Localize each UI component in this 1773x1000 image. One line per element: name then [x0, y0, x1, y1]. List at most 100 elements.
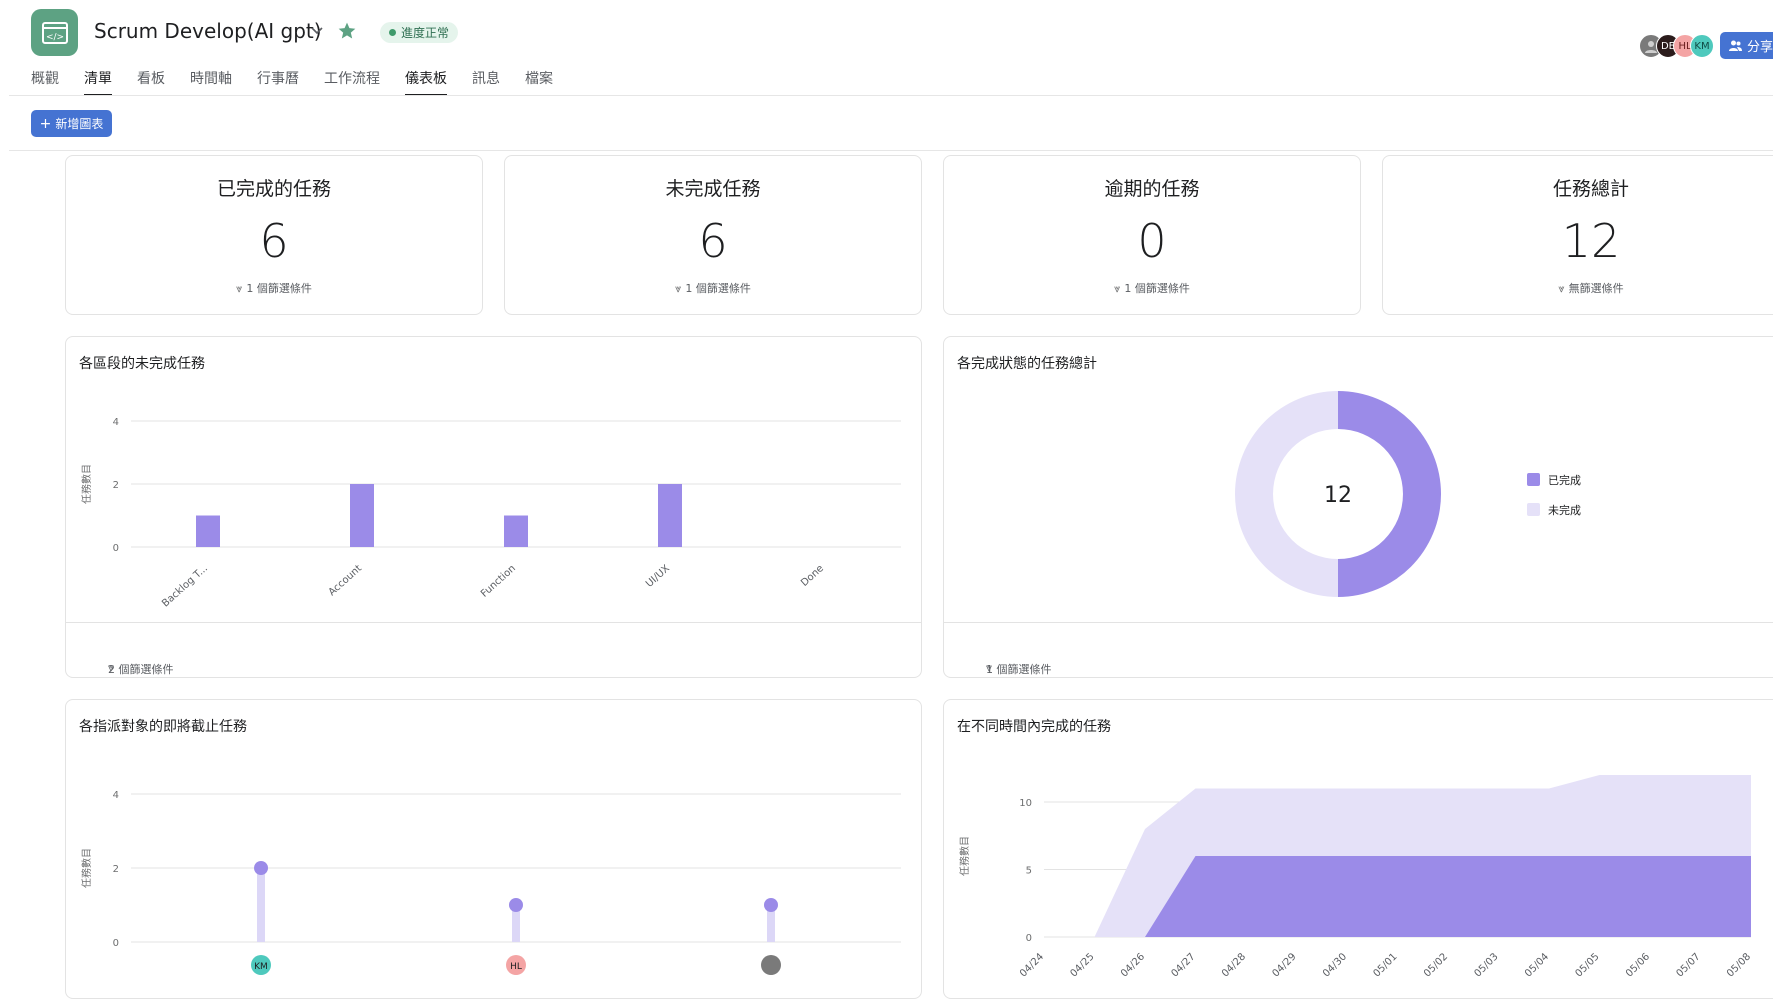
share-button[interactable]: 分享	[1720, 32, 1773, 59]
chevron-down-icon[interactable]	[308, 22, 326, 40]
member-avatars[interactable]: DE HL KM	[1639, 34, 1714, 58]
x-tick-label: 05/08	[1725, 951, 1753, 979]
x-tick-label: 04/27	[1169, 951, 1197, 979]
legend-label: 未完成	[1548, 503, 1581, 517]
filter-icon: ⩔	[1114, 282, 1121, 295]
y-axis-label: 任務數目	[80, 464, 93, 504]
tab-calendar[interactable]: 行事曆	[257, 68, 299, 96]
x-tick-label: 04/24	[1018, 951, 1046, 979]
legend-swatch	[1527, 473, 1540, 486]
card-title: 已完成的任務	[216, 178, 331, 200]
add-chart-button[interactable]: + 新增圖表	[31, 110, 112, 137]
status-donut-chart: 12 已完成未完成	[1235, 391, 1581, 597]
tab-dashboard[interactable]: 儀表板	[405, 68, 447, 96]
section-bar-chart: 0 2 4 任務數目 Backlog T... Account Function UI/UX D…	[80, 417, 901, 609]
number-card-completed[interactable]: 已完成的任務 6 ⩔ 1 個篩選條件	[65, 155, 483, 315]
tab-messages[interactable]: 訊息	[472, 68, 500, 96]
filter-icon: ⩔	[675, 282, 682, 295]
card-value: 6	[259, 214, 289, 268]
chart-card-status-total[interactable]: 各完成狀態的任務總計 12 已完成 未完成 ⩔ 1 個篩選條件	[943, 336, 1773, 678]
tab-files[interactable]: 檔案	[525, 68, 553, 96]
x-tick-label: 04/29	[1270, 951, 1298, 979]
x-tick-label: 04/25	[1068, 951, 1096, 979]
star-icon[interactable]	[337, 21, 357, 41]
filter-icon: ⩔	[236, 282, 243, 295]
number-card-incomplete[interactable]: 未完成任務 6 ⩔ 1 個篩選條件	[504, 155, 922, 315]
x-tick-label: 04/26	[1119, 951, 1147, 979]
tab-overview[interactable]: 概觀	[31, 68, 59, 96]
x-tick-label: Done	[799, 563, 826, 589]
chart-card-completed-over-time[interactable]: 在不同時間內完成的任務 0 5 10 任務數目 04/24 04/25 04/26 04/27…	[943, 699, 1773, 999]
x-tick-label: Account	[327, 563, 364, 598]
card-value: 0	[1137, 214, 1167, 268]
x-tick-label: HL	[510, 962, 522, 972]
chart-card-section-incomplete[interactable]: 各區段的未完成任務 0 2 4 任務數目 Backlog T... Account Func…	[65, 336, 922, 678]
plus-icon: +	[39, 115, 52, 132]
y-tick-label: 4	[113, 417, 119, 428]
x-tick-label: 04/28	[1220, 951, 1248, 979]
chart-card-assignee-due[interactable]: 各指派對象的即將截止任務 0 2 4 任務數目 KM HL	[65, 699, 922, 999]
assignee-avatar	[761, 955, 781, 975]
number-card-total[interactable]: 任務總計 12 ⩔ 無篩選條件	[1382, 155, 1773, 315]
y-tick-label: 2	[113, 480, 119, 491]
y-tick-label: 4	[113, 790, 119, 801]
y-tick-label: 2	[113, 864, 119, 875]
chart-footer[interactable]: ⩔ 2 個篩選條件	[66, 622, 921, 677]
x-tick-label: 04/30	[1321, 951, 1349, 979]
project-app-icon[interactable]: </>	[31, 9, 78, 56]
tab-board[interactable]: 看板	[137, 68, 165, 96]
completion-area-chart: 0 5 10 任務數目 04/24 04/25 04/26 04/27 04/28 04/29 04…	[958, 775, 1753, 980]
legend-label: 已完成	[1548, 473, 1581, 487]
y-tick-label: 5	[1026, 866, 1032, 877]
add-chart-label: 新增圖表	[55, 117, 104, 131]
app-icon-glyph: </>	[45, 32, 63, 42]
filter-label: 2 個篩選條件	[108, 663, 174, 676]
header-divider	[9, 95, 1773, 96]
bar	[504, 515, 528, 547]
y-tick-label: 0	[1026, 933, 1032, 944]
filter-label: 1 個篩選條件	[986, 663, 1052, 676]
x-tick-label: 05/07	[1674, 951, 1702, 979]
lollipop-point	[764, 898, 778, 912]
status-label: 進度正常	[401, 26, 450, 40]
x-tick-label: Backlog T...	[160, 563, 210, 609]
filter-label: 無篩選條件	[1568, 282, 1624, 295]
donut-slice	[1235, 391, 1338, 597]
card-title: 未完成任務	[665, 178, 761, 200]
project-tabs: 概觀 清單 看板 時間軸 行事曆 工作流程 儀表板 訊息 檔案	[31, 68, 578, 96]
card-value: 6	[698, 214, 728, 268]
x-tick-label: 05/06	[1624, 951, 1652, 979]
chart-footer[interactable]: ⩔ 1 個篩選條件	[944, 622, 1773, 677]
status-badge[interactable]: 進度正常	[380, 22, 459, 43]
status-dot-icon	[389, 29, 396, 36]
y-tick-label: 10	[1019, 798, 1032, 809]
filter-label: 1 個篩選條件	[1124, 282, 1190, 295]
y-axis-label: 任務數目	[958, 836, 971, 876]
tab-list[interactable]: 清單	[84, 68, 112, 96]
x-tick-label: KM	[254, 962, 268, 972]
filter-label: 1 個篩選條件	[685, 282, 751, 295]
tab-workflow[interactable]: 工作流程	[324, 68, 380, 96]
card-filter[interactable]: ⩔ 1 個篩選條件	[66, 280, 482, 296]
x-tick-label: Function	[479, 563, 518, 600]
card-title: 任務總計	[1552, 178, 1629, 200]
code-window-icon: </>	[41, 21, 68, 44]
project-title[interactable]: Scrum Develop(AI gpt)	[94, 19, 322, 43]
card-filter[interactable]: ⩔ 1 個篩選條件	[944, 280, 1360, 296]
x-tick-label: UI/UX	[644, 563, 672, 590]
x-tick-label: 05/02	[1422, 951, 1450, 979]
filter-label: 1 個篩選條件	[246, 282, 312, 295]
bar	[196, 515, 220, 547]
donut-total: 12	[1324, 483, 1352, 508]
avatar[interactable]: KM	[1690, 34, 1714, 58]
card-filter[interactable]: ⩔ 1 個篩選條件	[505, 280, 921, 296]
x-tick-label: 05/04	[1523, 951, 1551, 979]
lollipop-point	[254, 861, 268, 875]
members-icon	[1729, 40, 1742, 51]
card-title: 逾期的任務	[1104, 178, 1200, 200]
tab-timeline[interactable]: 時間軸	[190, 68, 232, 96]
legend-swatch	[1527, 503, 1540, 516]
number-card-overdue[interactable]: 逾期的任務 0 ⩔ 1 個篩選條件	[943, 155, 1361, 315]
card-filter[interactable]: ⩔ 無篩選條件	[1383, 280, 1773, 296]
bar	[350, 484, 374, 547]
